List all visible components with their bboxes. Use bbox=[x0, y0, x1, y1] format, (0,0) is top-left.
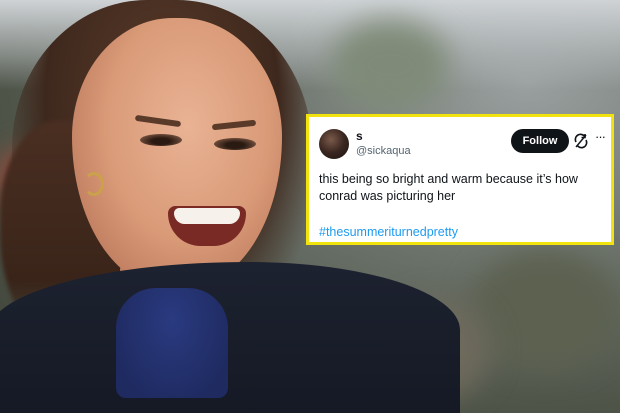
avatar[interactable] bbox=[319, 129, 349, 159]
tweet-card: s @sickaqua Follow ··· this being so bri… bbox=[306, 114, 614, 245]
sweater bbox=[116, 288, 228, 398]
earring bbox=[84, 172, 104, 196]
background-foliage bbox=[330, 20, 450, 110]
background-photo: s @sickaqua Follow ··· this being so bri… bbox=[0, 0, 620, 413]
display-name[interactable]: s bbox=[356, 129, 363, 143]
eye-right bbox=[214, 138, 256, 150]
background-foliage bbox=[470, 250, 620, 370]
eye-left bbox=[140, 134, 182, 146]
user-handle[interactable]: @sickaqua bbox=[356, 145, 411, 157]
follow-button[interactable]: Follow bbox=[511, 129, 569, 153]
teeth bbox=[174, 208, 240, 224]
tweet-text: this being so bright and warm because it… bbox=[319, 172, 578, 203]
hashtag-link[interactable]: #thesummeriturnedpretty bbox=[319, 225, 458, 239]
coat bbox=[0, 262, 460, 413]
sync-icon[interactable] bbox=[573, 133, 589, 149]
face bbox=[72, 18, 282, 288]
more-icon[interactable]: ··· bbox=[592, 129, 608, 145]
